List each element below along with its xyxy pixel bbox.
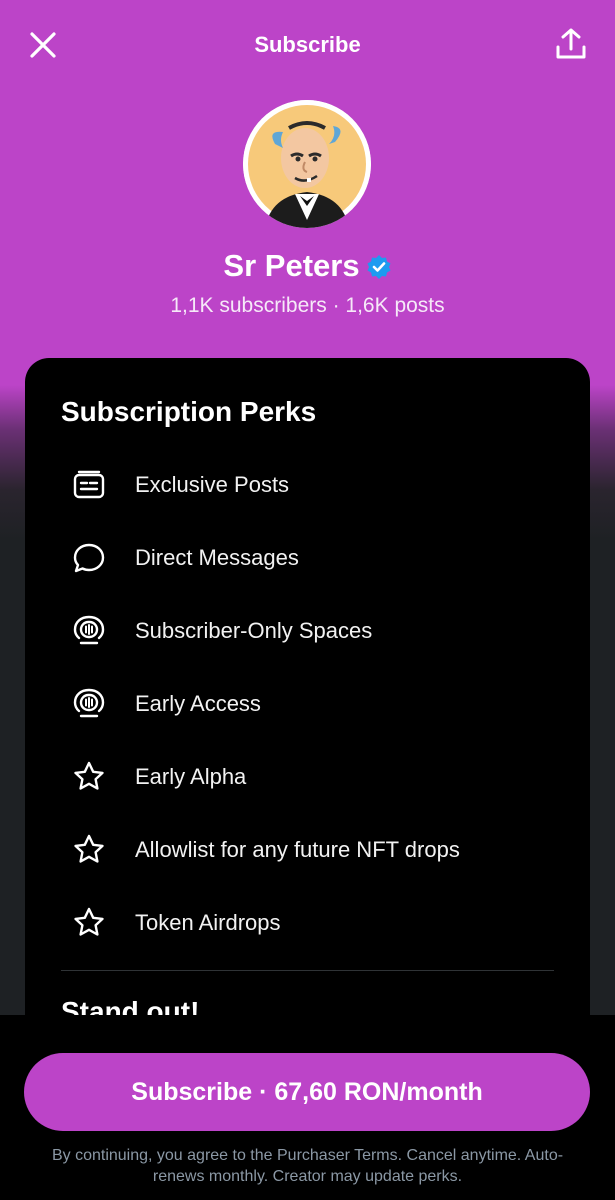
- spaces-icon: [71, 613, 107, 649]
- posts-icon: [71, 467, 107, 503]
- profile-name: Sr Peters: [223, 248, 360, 283]
- perks-card: Subscription Perks Exclusive Posts Direc…: [25, 358, 590, 1058]
- perk-item: Exclusive Posts: [71, 464, 571, 504]
- top-bar: Subscribe: [0, 0, 615, 90]
- divider: [61, 970, 554, 971]
- spaces-icon: [71, 686, 107, 722]
- legal-text: By continuing, you agree to the Purchase…: [51, 1147, 564, 1185]
- share-button[interactable]: [553, 26, 589, 62]
- perk-label: Early Access: [135, 691, 261, 716]
- perk-item: Direct Messages: [71, 537, 571, 577]
- perk-label: Exclusive Posts: [135, 472, 290, 497]
- message-bubble-icon: [71, 540, 107, 576]
- perk-item: Token Airdrops: [71, 902, 571, 942]
- perk-item: Early Alpha: [71, 756, 571, 796]
- profile-stats: 1,1K subscribers · 1,6K posts: [170, 294, 445, 317]
- subscribe-button[interactable]: Subscribe · 67,60 RON/month: [24, 1053, 590, 1131]
- perk-label: Direct Messages: [135, 545, 299, 570]
- verified-badge-icon: [366, 252, 392, 279]
- page-title: Subscribe: [254, 32, 361, 57]
- perk-item: Subscriber-Only Spaces: [71, 610, 571, 650]
- avatar-image: [243, 100, 371, 228]
- perk-item: Early Access: [71, 683, 571, 723]
- share-icon: [556, 28, 586, 59]
- bottom-bar: Subscribe · 67,60 RON/month By continuin…: [0, 1015, 615, 1200]
- perk-item: Allowlist for any future NFT drops: [71, 829, 571, 869]
- star-icon: [71, 905, 107, 941]
- avatar[interactable]: [243, 100, 371, 228]
- perk-label: Subscriber-Only Spaces: [135, 618, 373, 643]
- perk-label: Token Airdrops: [135, 910, 281, 935]
- perk-label: Early Alpha: [135, 764, 247, 789]
- perk-label: Allowlist for any future NFT drops: [135, 837, 460, 862]
- perks-title: Subscription Perks: [61, 396, 317, 427]
- star-icon: [71, 832, 107, 868]
- star-icon: [71, 759, 107, 795]
- profile-name-row: Sr Peters: [0, 248, 615, 284]
